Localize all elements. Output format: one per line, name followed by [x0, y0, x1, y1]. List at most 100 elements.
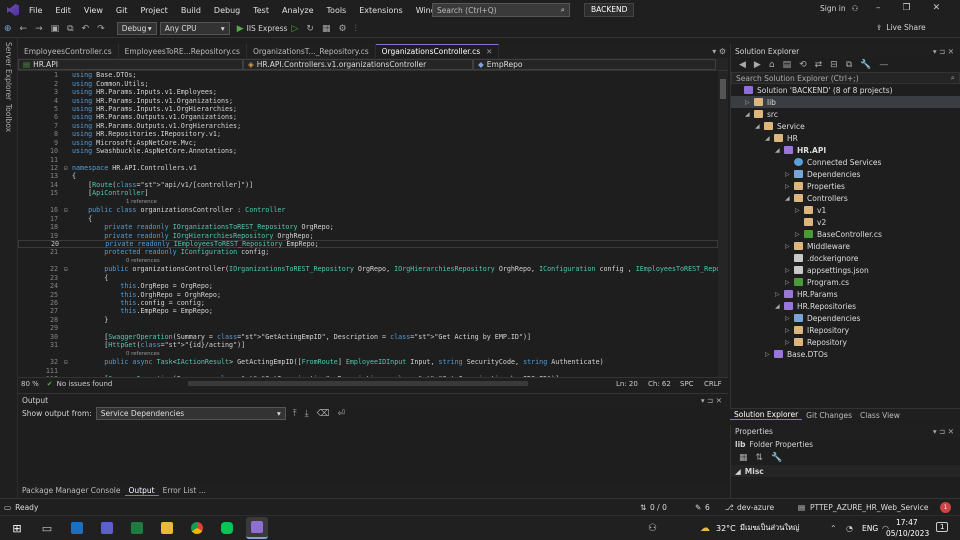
menu-item-debug[interactable]: Debug: [214, 6, 240, 15]
collapsed-arrow-icon[interactable]: ▷: [785, 279, 794, 286]
tab-class-view[interactable]: Class View: [856, 411, 904, 420]
maximize-icon[interactable]: ❐: [903, 3, 911, 13]
tree-item[interactable]: ◢ Service: [731, 120, 960, 132]
toolbox-tab[interactable]: Toolbox: [4, 104, 13, 132]
toolbar-extra-icon[interactable]: ▦: [322, 24, 331, 34]
code-line[interactable]: 15 [ApiController]: [18, 189, 718, 197]
panel-options-icon[interactable]: ▾ ⊐ ✕: [933, 427, 954, 436]
code-line[interactable]: 11: [18, 155, 718, 164]
solution-explorer-search[interactable]: Search Solution Explorer (Ctrl+;) ⌕: [731, 72, 960, 84]
code-line[interactable]: 10 using Swashbuckle.AspNetCore.Annotatio…: [18, 147, 718, 155]
tree-item[interactable]: ▷ v1: [731, 204, 960, 216]
scrollbar-thumb[interactable]: [720, 79, 726, 99]
tab-git-changes[interactable]: Git Changes: [802, 411, 856, 420]
code-line[interactable]: 18 private readonly IOrganizationsToREST…: [18, 223, 718, 231]
collapsed-arrow-icon[interactable]: ▷: [785, 315, 794, 322]
menu-item-analyze[interactable]: Analyze: [282, 6, 314, 15]
collapsed-arrow-icon[interactable]: ▷: [795, 231, 804, 238]
run-target-button[interactable]: IIS Express: [247, 24, 288, 33]
server-explorer-tab[interactable]: Server Explorer: [4, 42, 13, 100]
code-line[interactable]: 14 [Route(class="st">"api/v1/[controller…: [18, 181, 718, 189]
notification-count[interactable]: 1: [936, 522, 949, 532]
code-line[interactable]: 1 using Base.DTOs;: [18, 71, 718, 79]
clock-time[interactable]: 17:47: [896, 518, 918, 527]
repository-name[interactable]: PTTEP_AZURE_HR_Web_Service: [810, 503, 928, 512]
code-line[interactable]: 3 using HR.Params.Inputs.v1.Employees;: [18, 88, 718, 96]
menu-item-build[interactable]: Build: [181, 6, 201, 15]
forward-icon[interactable]: →: [35, 24, 43, 34]
toolbar-extra-icon[interactable]: ⚙: [338, 24, 346, 34]
code-line[interactable]: 26 this.config = config;: [18, 299, 718, 307]
sync-icon[interactable]: ⇄: [815, 60, 823, 70]
menu-item-tools[interactable]: Tools: [327, 6, 347, 15]
tree-item[interactable]: v2: [731, 216, 960, 228]
back-icon[interactable]: ◀: [739, 60, 746, 70]
tree-item[interactable]: ▷ IRepository: [731, 324, 960, 336]
tree-item[interactable]: ◢ HR: [731, 132, 960, 144]
forward-icon[interactable]: ▶: [754, 60, 761, 70]
excel-icon[interactable]: [126, 517, 148, 539]
expanded-arrow-icon[interactable]: ◢: [775, 147, 784, 154]
code-line[interactable]: 6 using HR.Params.Outputs.v1.Organization…: [18, 113, 718, 121]
toolbar-extra-icon[interactable]: ⫶: [355, 24, 357, 34]
tree-item[interactable]: .dockerignore: [731, 252, 960, 264]
fold-indicator-icon[interactable]: ⊟: [64, 165, 72, 172]
code-line[interactable]: 28 }: [18, 316, 718, 324]
code-line[interactable]: 8 using HR.Repositories.IRepository.v1;: [18, 130, 718, 138]
menu-item-git[interactable]: Git: [116, 6, 128, 15]
code-line[interactable]: 29: [18, 324, 718, 332]
minus-icon[interactable]: —: [879, 60, 888, 70]
code-line[interactable]: 21 protected readonly IConfiguration con…: [18, 248, 718, 256]
tab-error-list[interactable]: Error List ...: [159, 486, 210, 495]
menu-item-file[interactable]: File: [29, 6, 42, 15]
panel-options-icon[interactable]: ▾ ⊐ ✕: [701, 396, 722, 405]
tree-item[interactable]: ▷ Properties: [731, 180, 960, 192]
tree-item[interactable]: ▷ Base.DTOs: [731, 348, 960, 360]
collapsed-arrow-icon[interactable]: ▷: [785, 171, 794, 178]
network-icon[interactable]: ◔: [846, 524, 853, 533]
clock-date[interactable]: 05/10/2023: [886, 529, 929, 538]
show-all-files-icon[interactable]: ⧉: [846, 60, 852, 70]
code-line[interactable]: 13 {: [18, 172, 718, 180]
project-navigation-select[interactable]: ▤ HR.API: [18, 58, 243, 70]
save-icon[interactable]: ▣: [51, 24, 60, 34]
properties-section[interactable]: ◢ Misc: [731, 465, 960, 477]
undo-icon[interactable]: ↶: [82, 24, 90, 34]
doc-tab[interactable]: OrganizationsT..._Repository.cs: [247, 44, 376, 58]
doc-tab[interactable]: EmployeesController.cs: [18, 44, 119, 58]
tab-package-manager-console[interactable]: Package Manager Console: [18, 486, 125, 495]
run-without-debug-icon[interactable]: ▷: [291, 24, 298, 34]
expanded-arrow-icon[interactable]: ◢: [755, 123, 764, 130]
expanded-arrow-icon[interactable]: ◢: [745, 111, 754, 118]
pending-changes[interactable]: 0 / 0: [650, 503, 667, 512]
people-icon[interactable]: ⚇: [648, 523, 657, 534]
code-line[interactable]: 23 {: [18, 274, 718, 282]
new-item-icon[interactable]: ⊕: [4, 24, 12, 34]
tree-item[interactable]: ▷ Dependencies: [731, 312, 960, 324]
expanded-arrow-icon[interactable]: ◢: [775, 303, 784, 310]
menu-item-project[interactable]: Project: [140, 6, 167, 15]
property-pages-icon[interactable]: 🔧: [771, 453, 782, 463]
tree-item[interactable]: Connected Services: [731, 156, 960, 168]
code-line[interactable]: 4 using HR.Params.Inputs.v1.Organizations…: [18, 96, 718, 105]
fold-indicator-icon[interactable]: ⊟: [64, 207, 72, 214]
zoom-level[interactable]: 80 %: [21, 380, 39, 388]
minimize-icon[interactable]: –: [876, 3, 881, 13]
collapse-all-icon[interactable]: ⊟: [830, 60, 838, 70]
home-icon[interactable]: ⌂: [769, 60, 775, 70]
collapsed-arrow-icon[interactable]: ▷: [785, 327, 794, 334]
tree-item[interactable]: ◢ HR.API: [731, 144, 960, 156]
collapsed-arrow-icon[interactable]: ▷: [785, 339, 794, 346]
task-view-icon[interactable]: ▭: [36, 517, 58, 539]
tree-item[interactable]: ▷ Dependencies: [731, 168, 960, 180]
doc-tab-active[interactable]: OrganizationsController.cs ✕: [375, 44, 500, 58]
issues-status[interactable]: No issues found: [57, 380, 113, 388]
code-line[interactable]: 16 ⊟ public class organizationsController…: [18, 206, 718, 214]
properties-object[interactable]: lib Folder Properties: [731, 438, 960, 451]
tray-chevron-icon[interactable]: ⌃: [830, 524, 837, 533]
refresh-icon[interactable]: ↻: [306, 24, 314, 34]
tab-overflow-icon[interactable]: ▾ ⚙: [712, 47, 726, 56]
fold-indicator-icon[interactable]: ⊟: [64, 359, 72, 366]
member-navigation-select[interactable]: ◆ EmpRepo: [473, 58, 716, 70]
tree-item[interactable]: ▷ Program.cs: [731, 276, 960, 288]
